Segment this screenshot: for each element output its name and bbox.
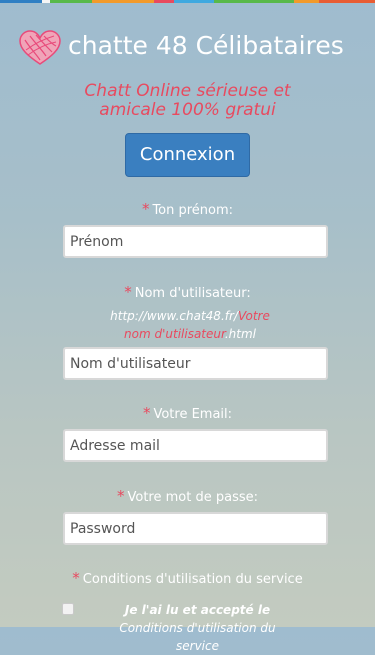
site-header: chatte 48 Célibataires — [0, 28, 375, 68]
firstname-input[interactable] — [63, 225, 328, 258]
heart-icon[interactable] — [18, 30, 62, 66]
hint-prefix: http://www.chat48.fr/ — [110, 309, 238, 323]
connexion-button[interactable]: Connexion — [125, 133, 250, 177]
terms-label-text: Conditions d'utilisation du service — [82, 572, 303, 587]
terms-label: * Conditions d'utilisation du service — [0, 569, 375, 589]
username-label-text: Nom d'utilisateur: — [134, 286, 251, 301]
username-input[interactable] — [63, 347, 328, 380]
email-label: * Votre Email: — [0, 404, 375, 424]
required-mark: * — [142, 404, 151, 422]
required-mark: * — [117, 487, 125, 505]
password-label-text: Votre mot de passe: — [127, 490, 259, 505]
password-label: * Votre mot de passe: — [0, 487, 375, 507]
required-mark: * — [141, 200, 150, 218]
tagline-text: Chatt Online sérieuse et amicale 100% gr… — [84, 81, 291, 120]
username-url-hint: http://www.chat48.fr/Votre nom d'utilisa… — [95, 307, 285, 343]
firstname-label-text: Ton prénom: — [152, 203, 234, 218]
username-label: * Nom d'utilisateur: — [0, 283, 375, 303]
terms-checkbox[interactable] — [62, 603, 74, 615]
password-input[interactable] — [63, 512, 328, 545]
required-mark: * — [72, 569, 80, 587]
terms-accept-label: Je l'ai lu et accepté le — [124, 603, 271, 617]
terms-link[interactable]: Conditions d'utilisation du service — [119, 621, 275, 653]
firstname-label: * Ton prénom: — [0, 200, 375, 220]
top-color-bar — [0, 0, 375, 3]
hint-suffix: .html — [224, 327, 256, 341]
required-mark: * — [124, 283, 132, 301]
email-input[interactable] — [63, 429, 328, 462]
email-label-text: Votre Email: — [153, 407, 233, 422]
tagline-link[interactable]: Chatt Online sérieuse et amicale 100% gr… — [0, 82, 375, 120]
site-title[interactable]: chatte 48 Célibataires — [68, 30, 344, 62]
terms-accept-text: Je l'ai lu et accepté le Conditions d'ut… — [100, 601, 295, 655]
